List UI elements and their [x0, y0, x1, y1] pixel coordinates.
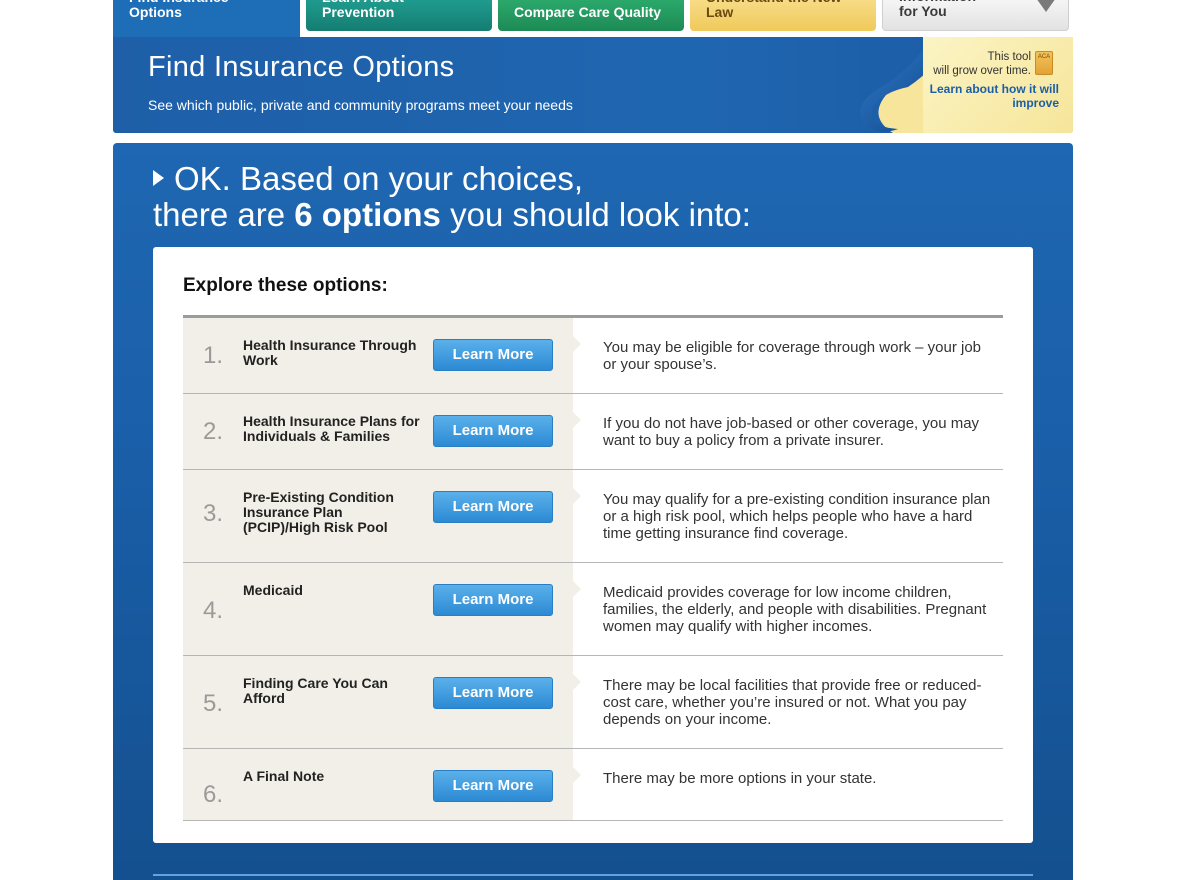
tab-label: Information for You [899, 0, 976, 19]
option-row: 1. Health Insurance Through Work Learn Mor… [183, 318, 1003, 394]
option-number: 5. [203, 690, 224, 717]
learn-about-improvements-link[interactable]: Learn about how it will improve [919, 82, 1059, 110]
option-row: 2. Health Insurance Plans for Individuals… [183, 394, 1003, 470]
headline-line-1: OK. Based on your choices, [153, 161, 751, 197]
option-number: 3. [203, 500, 224, 527]
option-description: There may be more options in your state. [603, 770, 877, 787]
tab-understand-the-new-law[interactable]: Understand the New Law [690, 0, 876, 31]
option-number: 6. [203, 781, 224, 808]
tab-information-for-you[interactable]: Information for You [882, 0, 1069, 31]
option-title: Pre-Existing Condition Insurance Plan (P… [243, 489, 394, 535]
learn-more-button[interactable]: Learn More [433, 415, 553, 447]
page-header-banner: Find Insurance Options See which public,… [113, 37, 1073, 133]
option-description: You may qualify for a pre-existing condi… [603, 491, 991, 542]
play-arrow-icon [153, 170, 164, 186]
options-list: 1. Health Insurance Through Work Learn Mor… [183, 318, 1003, 821]
option-title: Finding Care You Can Afford [243, 675, 388, 706]
tab-find-insurance-options[interactable]: Find Insurance Options [113, 0, 300, 37]
option-row: 3. Pre-Existing Condition Insurance Plan … [183, 470, 1003, 563]
headline-line-2: there are 6 options you should look into… [153, 197, 751, 233]
chevron-down-icon [1036, 0, 1056, 12]
learn-more-button[interactable]: Learn More [433, 491, 553, 523]
top-tab-bar: Find Insurance Options Learn About Preve… [113, 0, 1073, 37]
tab-label: Compare Care Quality [514, 4, 662, 20]
panel-divider [153, 874, 1033, 876]
learn-more-button[interactable]: Learn More [433, 770, 553, 802]
row-pointer-arrow [573, 336, 581, 352]
results-panel: OK. Based on your choices, there are 6 o… [113, 143, 1073, 880]
options-card-title: Explore these options: [183, 275, 388, 296]
option-row: 4. Medicaid Learn More Medicaid provides co… [183, 563, 1003, 656]
option-number: 4. [203, 597, 224, 624]
tab-learn-about-prevention[interactable]: Learn About Prevention [306, 0, 492, 31]
option-title: Medicaid [243, 582, 303, 598]
option-description: Medicaid provides coverage for low incom… [603, 584, 987, 635]
option-title: A Final Note [243, 768, 325, 784]
row-pointer-arrow [573, 412, 581, 428]
option-description: There may be local facilities that provi… [603, 677, 982, 728]
option-title: Health Insurance Plans for Individuals &… [243, 413, 420, 444]
page-title: Find Insurance Options [148, 51, 455, 83]
tool-note: This tool will grow over time. ACA Learn… [923, 37, 1073, 133]
options-card: Explore these options: 1. Health Insuranc… [153, 247, 1033, 843]
row-pointer-arrow [573, 767, 581, 783]
headline-line-1-text: OK. Based on your choices, [174, 160, 584, 197]
option-row: 6. A Final Note Learn More There may be mor… [183, 749, 1003, 821]
option-description: You may be eligible for coverage through… [603, 339, 982, 373]
option-number: 1. [203, 342, 224, 369]
document-icon: ACA [1035, 51, 1053, 75]
row-pointer-arrow [573, 581, 581, 597]
learn-more-button[interactable]: Learn More [433, 584, 553, 616]
learn-more-button[interactable]: Learn More [433, 677, 553, 709]
row-pointer-arrow [573, 488, 581, 504]
tab-label: Understand the New Law [706, 0, 841, 20]
row-pointer-arrow [573, 674, 581, 690]
page-subtitle: See which public, private and community … [148, 97, 573, 113]
results-headline: OK. Based on your choices, there are 6 o… [153, 161, 751, 233]
headline-options-count: 6 options [294, 196, 441, 233]
tab-label: Learn About Prevention [322, 0, 404, 20]
option-description: If you do not have job-based or other co… [603, 415, 980, 449]
headline-line-2-pre: there are [153, 196, 295, 233]
headline-line-2-post: you should look into: [440, 196, 751, 233]
option-number: 2. [203, 418, 224, 445]
tab-compare-care-quality[interactable]: Compare Care Quality [498, 0, 684, 31]
learn-more-button[interactable]: Learn More [433, 339, 553, 371]
note-text: This tool will grow over time. [933, 51, 1031, 77]
option-title: Health Insurance Through Work [243, 337, 417, 368]
option-row: 5. Finding Care You Can Afford Learn More T… [183, 656, 1003, 749]
tab-label: Find Insurance Options [129, 0, 229, 20]
